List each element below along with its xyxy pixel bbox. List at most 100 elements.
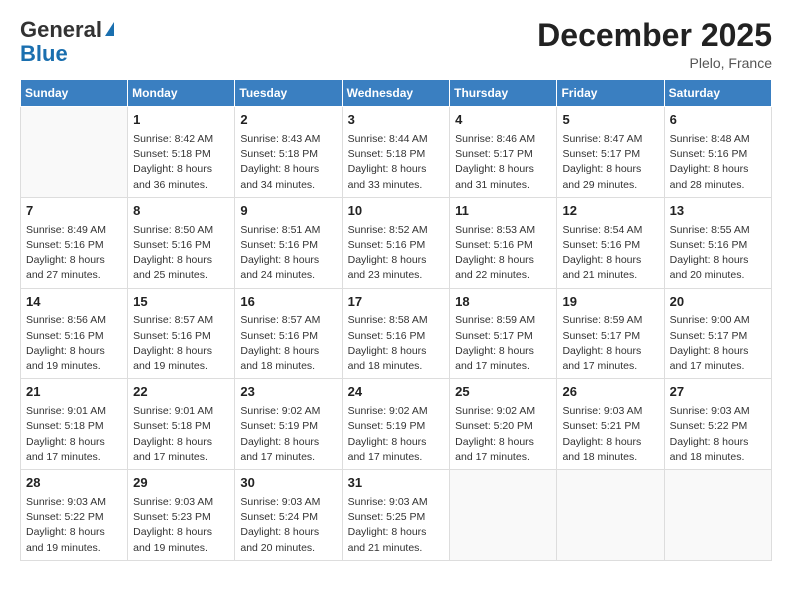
header-cell-saturday: Saturday: [664, 80, 771, 107]
logo-blue: Blue: [20, 41, 68, 66]
day-cell: 26 Sunrise: 9:03 AMSunset: 5:21 PMDayligh…: [557, 379, 664, 470]
day-info: Sunrise: 9:03 AMSunset: 5:21 PMDaylight:…: [562, 404, 658, 465]
day-number: 21: [26, 383, 122, 402]
day-number: 3: [348, 111, 445, 130]
day-number: 24: [348, 383, 445, 402]
day-info: Sunrise: 9:03 AMSunset: 5:25 PMDaylight:…: [348, 495, 445, 556]
day-number: 11: [455, 202, 551, 221]
day-cell: 15Sunrise: 8:57 AMSunset: 5:16 PMDayligh…: [128, 288, 235, 379]
day-cell: [557, 470, 664, 561]
day-info: Sunrise: 8:55 AMSunset: 5:16 PMDaylight:…: [670, 223, 766, 284]
day-cell: 24 Sunrise: 9:02 AMSunset: 5:19 PMDayligh…: [342, 379, 450, 470]
day-cell: 7Sunrise: 8:49 AMSunset: 5:16 PMDaylight…: [21, 197, 128, 288]
header-cell-friday: Friday: [557, 80, 664, 107]
day-number: 29: [133, 474, 229, 493]
day-number: 20: [670, 293, 766, 312]
logo-text: General Blue: [20, 18, 114, 66]
header-cell-monday: Monday: [128, 80, 235, 107]
day-cell: [664, 470, 771, 561]
day-number: 8: [133, 202, 229, 221]
day-info: Sunrise: 8:48 AMSunset: 5:16 PMDaylight:…: [670, 132, 766, 193]
day-info: Sunrise: 9:03 AMSunset: 5:22 PMDaylight:…: [670, 404, 766, 465]
day-cell: [21, 107, 128, 198]
day-number: 5: [562, 111, 658, 130]
day-info: Sunrise: 9:02 AMSunset: 5:20 PMDaylight:…: [455, 404, 551, 465]
day-info: Sunrise: 8:58 AMSunset: 5:16 PMDaylight:…: [348, 313, 445, 374]
week-row-5: 28 Sunrise: 9:03 AMSunset: 5:22 PMDayligh…: [21, 470, 772, 561]
day-info: Sunrise: 9:03 AMSunset: 5:22 PMDaylight:…: [26, 495, 122, 556]
day-info: Sunrise: 9:00 AMSunset: 5:17 PMDaylight:…: [670, 313, 766, 374]
title-area: December 2025 Plelo, France: [537, 18, 772, 71]
day-info: Sunrise: 8:43 AMSunset: 5:18 PMDaylight:…: [240, 132, 336, 193]
day-cell: 30 Sunrise: 9:03 AMSunset: 5:24 PMDayligh…: [235, 470, 342, 561]
calendar: SundayMondayTuesdayWednesdayThursdayFrid…: [20, 79, 772, 561]
day-number: 9: [240, 202, 336, 221]
day-info: Sunrise: 9:03 AMSunset: 5:24 PMDaylight:…: [240, 495, 336, 556]
day-cell: 13 Sunrise: 8:55 AMSunset: 5:16 PMDayligh…: [664, 197, 771, 288]
day-info: Sunrise: 8:50 AMSunset: 5:16 PMDaylight:…: [133, 223, 229, 284]
day-number: 15: [133, 293, 229, 312]
calendar-header: SundayMondayTuesdayWednesdayThursdayFrid…: [21, 80, 772, 107]
day-cell: 5 Sunrise: 8:47 AMSunset: 5:17 PMDaylight…: [557, 107, 664, 198]
day-number: 28: [26, 474, 122, 493]
day-info: Sunrise: 8:59 AMSunset: 5:17 PMDaylight:…: [562, 313, 658, 374]
header-row: SundayMondayTuesdayWednesdayThursdayFrid…: [21, 80, 772, 107]
day-number: 23: [240, 383, 336, 402]
day-cell: 2 Sunrise: 8:43 AMSunset: 5:18 PMDaylight…: [235, 107, 342, 198]
day-cell: 6Sunrise: 8:48 AMSunset: 5:16 PMDaylight…: [664, 107, 771, 198]
day-number: 12: [562, 202, 658, 221]
day-info: Sunrise: 8:44 AMSunset: 5:18 PMDaylight:…: [348, 132, 445, 193]
day-number: 2: [240, 111, 336, 130]
day-cell: 4 Sunrise: 8:46 AMSunset: 5:17 PMDaylight…: [450, 107, 557, 198]
day-info: Sunrise: 8:57 AMSunset: 5:16 PMDaylight:…: [240, 313, 336, 374]
location: Plelo, France: [537, 55, 772, 71]
day-info: Sunrise: 9:01 AMSunset: 5:18 PMDaylight:…: [133, 404, 229, 465]
day-number: 22: [133, 383, 229, 402]
day-cell: 27 Sunrise: 9:03 AMSunset: 5:22 PMDayligh…: [664, 379, 771, 470]
month-title: December 2025: [537, 18, 772, 53]
day-info: Sunrise: 9:01 AMSunset: 5:18 PMDaylight:…: [26, 404, 122, 465]
day-info: Sunrise: 8:46 AMSunset: 5:17 PMDaylight:…: [455, 132, 551, 193]
day-info: Sunrise: 8:52 AMSunset: 5:16 PMDaylight:…: [348, 223, 445, 284]
week-row-3: 14Sunrise: 8:56 AMSunset: 5:16 PMDayligh…: [21, 288, 772, 379]
day-number: 26: [562, 383, 658, 402]
day-cell: 8 Sunrise: 8:50 AMSunset: 5:16 PMDaylight…: [128, 197, 235, 288]
day-cell: 14Sunrise: 8:56 AMSunset: 5:16 PMDayligh…: [21, 288, 128, 379]
day-number: 25: [455, 383, 551, 402]
day-info: Sunrise: 8:56 AMSunset: 5:16 PMDaylight:…: [26, 313, 122, 374]
day-info: Sunrise: 9:03 AMSunset: 5:23 PMDaylight:…: [133, 495, 229, 556]
day-info: Sunrise: 8:51 AMSunset: 5:16 PMDaylight:…: [240, 223, 336, 284]
day-number: 17: [348, 293, 445, 312]
day-info: Sunrise: 8:47 AMSunset: 5:17 PMDaylight:…: [562, 132, 658, 193]
day-cell: 22 Sunrise: 9:01 AMSunset: 5:18 PMDayligh…: [128, 379, 235, 470]
day-number: 13: [670, 202, 766, 221]
day-number: 7: [26, 202, 122, 221]
day-cell: 11Sunrise: 8:53 AMSunset: 5:16 PMDayligh…: [450, 197, 557, 288]
day-cell: 9 Sunrise: 8:51 AMSunset: 5:16 PMDaylight…: [235, 197, 342, 288]
day-number: 14: [26, 293, 122, 312]
header-cell-sunday: Sunday: [21, 80, 128, 107]
day-number: 4: [455, 111, 551, 130]
day-cell: 17Sunrise: 8:58 AMSunset: 5:16 PMDayligh…: [342, 288, 450, 379]
day-number: 1: [133, 111, 229, 130]
day-cell: 1Sunrise: 8:42 AMSunset: 5:18 PMDaylight…: [128, 107, 235, 198]
day-info: Sunrise: 8:59 AMSunset: 5:17 PMDaylight:…: [455, 313, 551, 374]
day-cell: 16Sunrise: 8:57 AMSunset: 5:16 PMDayligh…: [235, 288, 342, 379]
day-cell: 23Sunrise: 9:02 AMSunset: 5:19 PMDayligh…: [235, 379, 342, 470]
header-cell-tuesday: Tuesday: [235, 80, 342, 107]
calendar-body: 1Sunrise: 8:42 AMSunset: 5:18 PMDaylight…: [21, 107, 772, 561]
day-number: 19: [562, 293, 658, 312]
day-number: 16: [240, 293, 336, 312]
header-cell-thursday: Thursday: [450, 80, 557, 107]
day-number: 27: [670, 383, 766, 402]
week-row-1: 1Sunrise: 8:42 AMSunset: 5:18 PMDaylight…: [21, 107, 772, 198]
day-number: 31: [348, 474, 445, 493]
day-info: Sunrise: 8:57 AMSunset: 5:16 PMDaylight:…: [133, 313, 229, 374]
day-info: Sunrise: 9:02 AMSunset: 5:19 PMDaylight:…: [348, 404, 445, 465]
day-cell: 21 Sunrise: 9:01 AMSunset: 5:18 PMDayligh…: [21, 379, 128, 470]
page: General Blue December 2025 Plelo, France…: [0, 0, 792, 612]
day-cell: 12 Sunrise: 8:54 AMSunset: 5:16 PMDayligh…: [557, 197, 664, 288]
day-info: Sunrise: 8:54 AMSunset: 5:16 PMDaylight:…: [562, 223, 658, 284]
day-number: 30: [240, 474, 336, 493]
logo-icon: [105, 22, 114, 36]
